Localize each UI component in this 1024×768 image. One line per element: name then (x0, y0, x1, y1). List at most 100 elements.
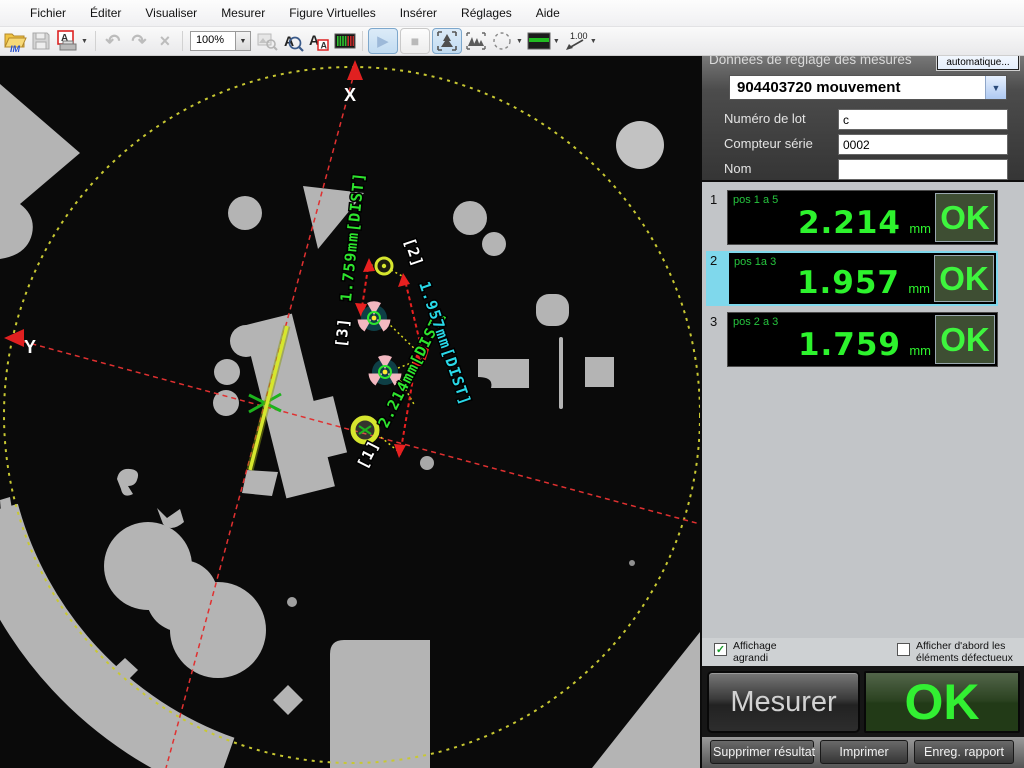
print-button[interactable]: Imprimer (820, 740, 908, 764)
floppy-icon (30, 30, 52, 52)
bottom-button-bar: Supprimer résultat Imprimer Enreg. rappo… (702, 737, 1024, 768)
result-index: 1 (706, 190, 727, 245)
text-magnifier-icon: A (281, 30, 304, 53)
play-icon: ▶ (377, 34, 389, 49)
point-marker-1[interactable] (376, 258, 392, 274)
redo-button[interactable]: ↷ (126, 28, 152, 54)
measure-button[interactable]: Mesurer (707, 671, 860, 733)
undo-icon: ↶ (105, 32, 120, 50)
toolbar-separator (362, 31, 363, 51)
stage-options-caret[interactable]: ▼ (552, 38, 563, 45)
defect-first-label: Afficher d'abord les éléments défectueux (916, 640, 1024, 664)
axis-x-label: X (344, 85, 356, 105)
result-row-2[interactable]: 2 pos 1a 3 1.957 mm - OK (706, 251, 998, 306)
serial-counter-label: Compteur série (724, 136, 813, 151)
defect-first-checkbox[interactable]: Afficher d'abord les éléments défectueux (897, 640, 1024, 664)
stop-button[interactable]: ■ (400, 28, 430, 54)
mask-options-caret[interactable]: ▼ (515, 38, 526, 45)
result-index: 2 (706, 251, 727, 306)
result-unit: mm (908, 281, 930, 296)
result-row-3[interactable]: 3 pos 2 a 3 1.759 mm -- OK (706, 312, 998, 367)
text-area-icon: A A (307, 30, 330, 53)
stop-icon: ■ (411, 34, 419, 48)
menu-visualiser[interactable]: Visualiser (133, 0, 209, 27)
delete-button[interactable]: × (152, 28, 178, 54)
menu-reglages[interactable]: Réglages (449, 0, 524, 27)
actions-section: Mesurer OK Supprimer résultat Imprimer E… (702, 666, 1024, 768)
zoom-level-value: 100% (190, 31, 236, 51)
menu-fichier[interactable]: Fichier (18, 0, 78, 27)
menu-inserer[interactable]: Insérer (388, 0, 449, 27)
lot-number-label: Numéro de lot (724, 111, 806, 126)
scale-button[interactable]: 1.00 (563, 28, 589, 54)
result-value: 1.759 (798, 327, 901, 363)
display-options: ✓ Affichage agrandi Afficher d'abord les… (702, 638, 1024, 666)
serial-counter-input[interactable] (838, 134, 1008, 155)
intensity-bars-icon (333, 29, 357, 53)
picture-zoom-icon (256, 30, 278, 52)
print-options-caret[interactable]: ▼ (80, 38, 91, 45)
result-index: 3 (706, 312, 727, 367)
result-value: 1.957 (797, 265, 900, 301)
save-report-button[interactable]: Enreg. rapport (914, 740, 1014, 764)
stage-level-button[interactable] (526, 28, 552, 54)
intensity-button[interactable] (332, 28, 358, 54)
checkbox-unchecked-icon[interactable] (897, 643, 910, 656)
dashed-circle-icon (490, 29, 514, 53)
svg-text:A: A (321, 40, 328, 50)
axis-y-label: Y (24, 337, 36, 357)
camera-image: X Y (0, 56, 700, 768)
results-list: 1 pos 1 a 5 2.214 mm + OK 2 pos 1a 3 1.9… (702, 182, 1024, 638)
scale-options-caret[interactable]: ▼ (589, 38, 600, 45)
print-report-button[interactable]: A (54, 28, 80, 54)
program-caret-icon[interactable]: ▼ (985, 76, 1006, 99)
name-input[interactable] (838, 159, 1008, 180)
toolbar-separator (95, 31, 96, 51)
result-row-1[interactable]: 1 pos 1 a 5 2.214 mm + OK (706, 190, 998, 245)
result-status-badge: OK (934, 255, 994, 302)
toolbar-separator (182, 31, 183, 51)
edge-focus-button[interactable] (432, 28, 462, 54)
lot-number-input[interactable] (838, 109, 1008, 130)
undo-button[interactable]: ↶ (100, 28, 126, 54)
run-measure-button[interactable]: ▶ (368, 28, 398, 54)
svg-text:IM: IM (10, 44, 21, 53)
toolbar: IM A ▼ ↶ ↷ × 100% ▼ (0, 27, 1024, 56)
image-zoom-button[interactable] (254, 28, 280, 54)
menu-bar: Fichier Éditer Visualiser Mesurer Figure… (0, 0, 1024, 27)
font-zoom-button[interactable]: A (280, 28, 306, 54)
measure-settings-section: Données de réglage des mesures Recherche… (702, 40, 1024, 182)
delete-x-icon: × (160, 32, 171, 50)
result-unit: mm (909, 343, 931, 358)
zoom-display-checkbox[interactable]: ✓ Affichage agrandi (714, 640, 795, 664)
menu-aide[interactable]: Aide (524, 0, 572, 27)
font-area-button[interactable]: A A (306, 28, 332, 54)
delete-result-button[interactable]: Supprimer résultat (710, 740, 814, 764)
open-folder-button[interactable]: IM (2, 28, 28, 54)
stage-level-icon (526, 30, 552, 52)
mask-circle-button[interactable] (489, 28, 515, 54)
name-label: Nom (724, 161, 751, 176)
menu-mesurer[interactable]: Mesurer (209, 0, 277, 27)
redo-icon: ↷ (131, 32, 146, 50)
save-button[interactable] (28, 28, 54, 54)
folder-im-icon: IM (3, 29, 27, 53)
zoom-caret-icon[interactable]: ▼ (236, 31, 251, 51)
zoom-level-select[interactable]: 100% ▼ (190, 31, 251, 51)
checkbox-checked-icon[interactable]: ✓ (714, 643, 727, 656)
application-window: Fichier Éditer Visualiser Mesurer Figure… (0, 0, 1024, 768)
result-name: pos 1a 3 (734, 256, 776, 268)
result-status-badge: OK (935, 193, 995, 242)
camera-viewport[interactable]: X Y (0, 56, 700, 768)
zoom-display-label: Affichage agrandi (733, 640, 795, 664)
scale-factor-icon: 1.00 (563, 29, 589, 53)
menu-editer[interactable]: Éditer (78, 0, 133, 27)
multi-tree-icon (464, 29, 488, 53)
result-status-badge: OK (935, 315, 995, 364)
program-select[interactable]: 904403720 mouvement ▼ (729, 75, 1007, 100)
program-name: 904403720 mouvement (730, 76, 985, 99)
result-unit: mm (909, 221, 931, 236)
menu-figure-virtuelles[interactable]: Figure Virtuelles (277, 0, 387, 27)
multi-edge-button[interactable] (463, 28, 489, 54)
result-name: pos 2 a 3 (733, 316, 778, 328)
